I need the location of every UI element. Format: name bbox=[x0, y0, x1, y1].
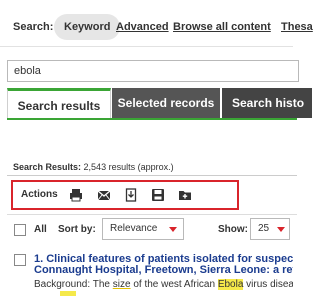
sort-select[interactable]: Relevance bbox=[102, 218, 184, 240]
add-to-folder-icon[interactable] bbox=[178, 188, 192, 202]
record-title-line-2: Connaught Hospital, Freetown, Sierra Leo… bbox=[34, 264, 293, 276]
keyword-search-tab[interactable]: Keyword bbox=[54, 14, 121, 40]
results-count: Search Results: 2,543 results (approx.) bbox=[13, 162, 174, 172]
sort-select-value: Relevance bbox=[110, 223, 158, 234]
record-title-link[interactable]: 1. Clinical features of patients isolate… bbox=[34, 254, 293, 276]
search-input-wrapper bbox=[7, 60, 299, 82]
results-divider bbox=[7, 175, 297, 176]
page-size-value: 25 bbox=[258, 223, 270, 234]
export-icon[interactable] bbox=[124, 188, 138, 202]
email-icon[interactable] bbox=[97, 188, 111, 202]
record-checkbox[interactable] bbox=[14, 254, 26, 266]
next-line-highlight bbox=[60, 291, 76, 296]
results-count-value: 2,543 results (approx.) bbox=[83, 162, 174, 172]
search-label: Search: bbox=[13, 21, 54, 33]
thesaurus-link[interactable]: Thesa bbox=[281, 21, 313, 33]
browse-all-content-link[interactable]: Browse all content bbox=[173, 21, 271, 33]
tab-underline bbox=[7, 118, 297, 120]
save-icon[interactable] bbox=[151, 188, 165, 202]
results-label: Search Results: bbox=[13, 162, 82, 172]
actions-toolbar: Actions bbox=[11, 180, 239, 210]
page-size-select[interactable]: 25 bbox=[250, 218, 290, 240]
tab-selected-records[interactable]: Selected records bbox=[112, 88, 220, 118]
chevron-down-icon bbox=[169, 227, 177, 232]
tab-search-history[interactable]: Search histo bbox=[222, 88, 312, 118]
select-all-label: All bbox=[34, 224, 47, 235]
advanced-search-link[interactable]: Advanced bbox=[116, 21, 169, 33]
snippet-text-end: virus diseas bbox=[246, 279, 293, 290]
search-input[interactable] bbox=[8, 61, 290, 81]
tab-search-results[interactable]: Search results bbox=[7, 88, 111, 119]
search-nav-bar: Search: Keyword Advanced Browse all cont… bbox=[0, 0, 313, 56]
sort-by-label: Sort by: bbox=[58, 224, 96, 235]
nav-divider bbox=[0, 46, 293, 47]
snippet-highlight-ebola: Ebola bbox=[217, 279, 244, 290]
snippet-term-size: size bbox=[112, 279, 131, 290]
toolbar-divider bbox=[7, 214, 297, 215]
chevron-down-icon bbox=[277, 227, 285, 232]
snippet-text-start: Background: The bbox=[34, 279, 113, 290]
results-tabs: Search results Selected records Search h… bbox=[0, 88, 312, 119]
snippet-text-middle: of the west African bbox=[130, 279, 218, 290]
print-icon[interactable] bbox=[69, 188, 83, 202]
record-snippet: Background: The size of the west African… bbox=[34, 279, 293, 290]
show-label: Show: bbox=[218, 224, 248, 235]
select-all-checkbox[interactable] bbox=[14, 224, 26, 236]
actions-label: Actions bbox=[21, 189, 58, 200]
